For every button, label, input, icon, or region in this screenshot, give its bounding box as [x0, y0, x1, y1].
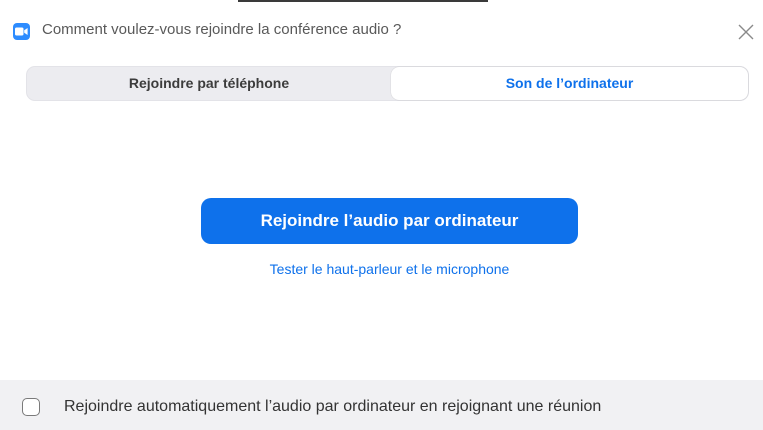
top-edge: [0, 0, 763, 3]
dialog-title: Comment voulez-vous rejoindre la confére…: [42, 21, 402, 38]
close-icon: [738, 24, 754, 40]
auto-join-checkbox[interactable]: [22, 398, 40, 416]
audio-mode-tabs: Rejoindre par téléphone Son de l’ordinat…: [26, 66, 749, 101]
test-speaker-microphone-link[interactable]: Tester le haut-parleur et le microphone: [0, 261, 763, 277]
join-computer-audio-button[interactable]: Rejoindre l’audio par ordinateur: [201, 198, 578, 244]
auto-join-label: Rejoindre automatiquement l’audio par or…: [64, 398, 602, 415]
top-edge-shadow: [238, 0, 488, 2]
zoom-camera-icon: [13, 23, 30, 40]
auto-join-footer: Rejoindre automatiquement l’audio par or…: [0, 380, 763, 430]
tab-computer-audio[interactable]: Son de l’ordinateur: [391, 67, 748, 100]
tab-join-by-phone[interactable]: Rejoindre par téléphone: [27, 67, 391, 100]
close-button[interactable]: [734, 20, 758, 44]
dialog-titlebar: Comment voulez-vous rejoindre la confére…: [0, 8, 763, 52]
